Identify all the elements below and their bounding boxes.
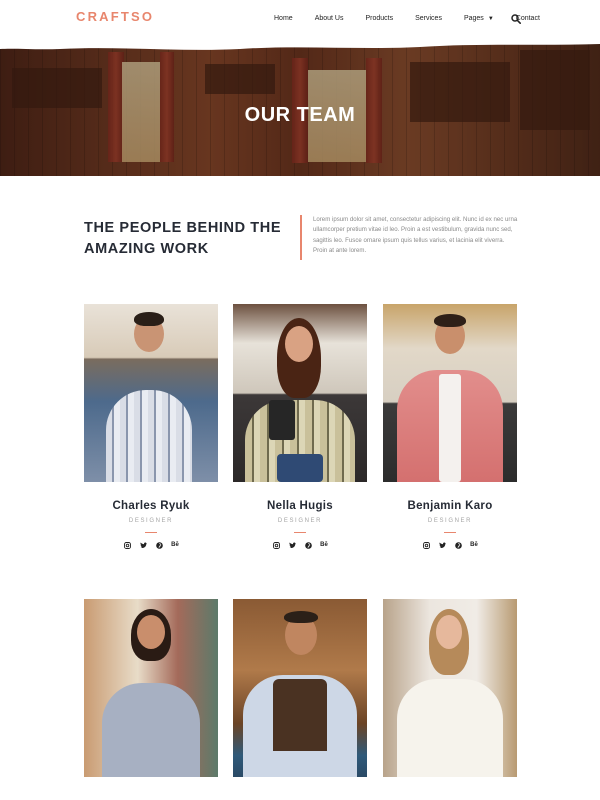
behance-icon[interactable]: Bē (320, 542, 328, 549)
behance-icon[interactable]: Bē (171, 542, 179, 549)
logo[interactable]: CRAFTSO (76, 9, 154, 24)
team-card: Charles Ryuk DESIGNER Bē (84, 304, 218, 549)
section-heading: THE PEOPLE BEHIND THE AMAZING WORK (84, 220, 282, 257)
nav-products-label: Products (365, 15, 394, 22)
nav-about-us[interactable]: About Us (315, 15, 344, 22)
team-photo (383, 599, 517, 777)
nav-home-label: Home (274, 15, 293, 22)
pinterest-icon[interactable] (155, 542, 163, 549)
member-role: DESIGNER (128, 518, 174, 524)
nav-pages-label: Pages (463, 15, 484, 22)
nav-home[interactable]: Home (274, 15, 293, 22)
member-name: Charles Ryuk (112, 500, 190, 512)
behance-icon[interactable]: Bē (470, 542, 478, 549)
member-role: DESIGNER (427, 518, 473, 524)
team-photo (233, 599, 367, 777)
team-photo (233, 304, 367, 482)
member-name: Nella Hugis (267, 500, 333, 512)
caret-down-icon: ▼ (487, 15, 494, 22)
team-card: Nella Hugis DESIGNER Bē (233, 304, 367, 549)
team-card (233, 599, 367, 777)
hero-banner: OUR TEAM (0, 40, 600, 176)
heading-divider (300, 215, 302, 260)
team-photo (84, 304, 218, 482)
nav-about-us-label: About Us (314, 15, 344, 22)
behance-label: Bē (171, 542, 179, 548)
member-role: DESIGNER (277, 518, 323, 524)
member-name: Benjamin Karo (407, 500, 493, 512)
hero-torn-edge (0, 40, 600, 50)
pinterest-icon[interactable] (454, 542, 462, 549)
site-header: CRAFTSO Home About Us Products Services … (0, 0, 600, 40)
team-photo (84, 599, 218, 777)
team-card (84, 599, 218, 777)
behance-label: Bē (470, 542, 478, 548)
instagram-icon[interactable] (123, 542, 131, 549)
nav-services-label: Services (415, 15, 442, 22)
social-links: Bē (383, 542, 517, 549)
team-card: Benjamin Karo DESIGNER Bē (383, 304, 517, 549)
behance-label: Bē (320, 542, 328, 548)
twitter-icon[interactable] (438, 542, 446, 549)
team-photo (383, 304, 517, 482)
pinterest-icon[interactable] (304, 542, 312, 549)
twitter-icon[interactable] (288, 542, 296, 549)
instagram-icon[interactable] (272, 542, 280, 549)
section-description: Lorem ipsum dolor sit amet, consectetur … (313, 216, 518, 255)
twitter-icon[interactable] (139, 542, 147, 549)
social-links: Bē (84, 542, 218, 549)
nav-pages[interactable]: Pages ▼ (464, 15, 494, 22)
team-card (383, 599, 517, 777)
nav-services[interactable]: Services (415, 15, 442, 22)
page-title: OUR TEAM (244, 104, 356, 126)
instagram-icon[interactable] (422, 542, 430, 549)
social-links: Bē (233, 542, 367, 549)
search-icon[interactable] (511, 14, 521, 24)
nav-products[interactable]: Products (365, 15, 393, 22)
